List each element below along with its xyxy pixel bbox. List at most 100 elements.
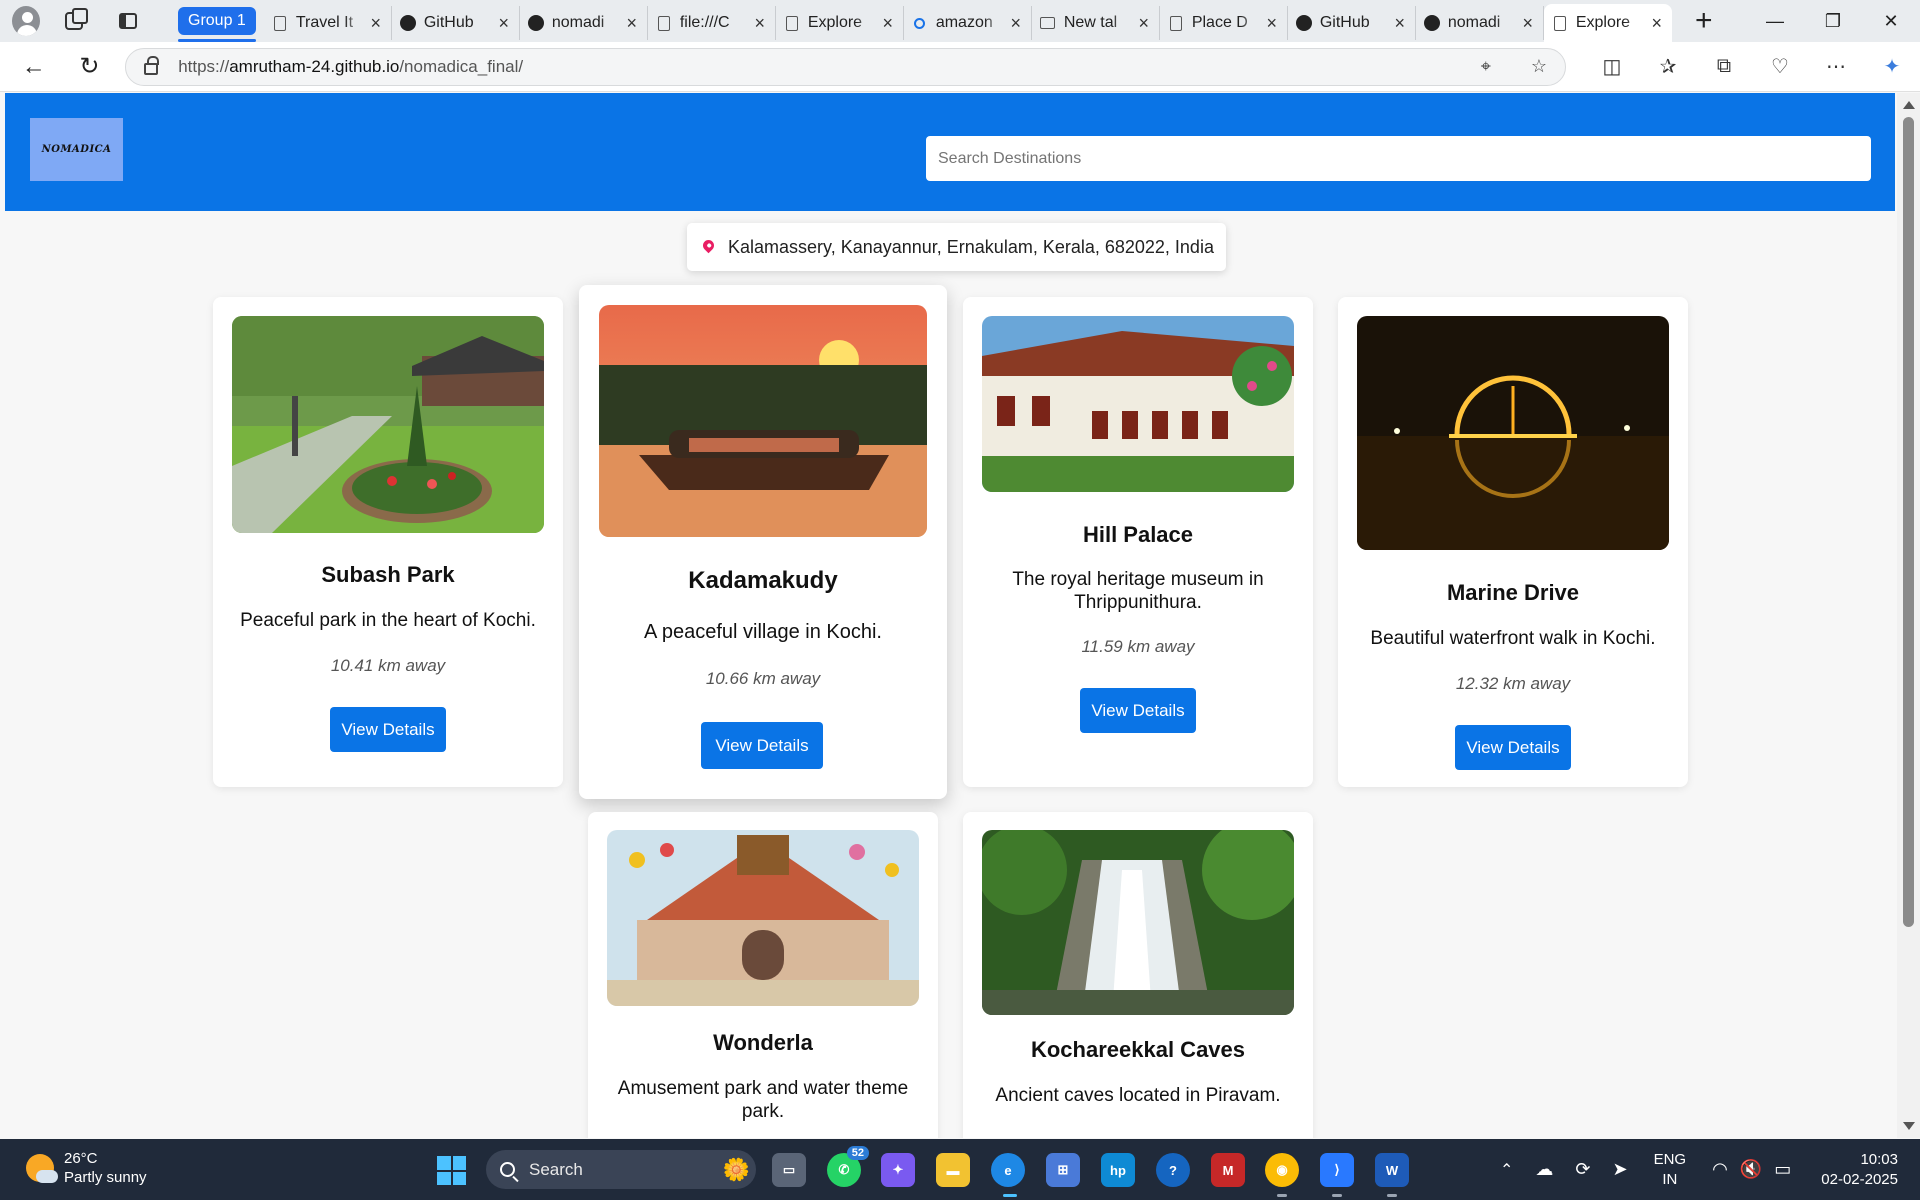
- tab-group-chip[interactable]: Group 1: [178, 7, 256, 42]
- page-icon: [273, 15, 286, 31]
- collections-button[interactable]: ⧉: [1696, 47, 1752, 87]
- browser-essentials-button[interactable]: ♡: [1752, 47, 1808, 87]
- view-details-button[interactable]: View Details: [1455, 725, 1571, 770]
- tab-title: nomadi: [551, 14, 605, 31]
- workspaces-button[interactable]: [54, 0, 94, 42]
- destination-card: Kadamakudy A peaceful village in Kochi. …: [579, 285, 947, 799]
- help-icon[interactable]: ?: [1156, 1153, 1190, 1187]
- lock-icon: [144, 55, 160, 75]
- temperature: 26°C: [64, 1150, 98, 1167]
- browser-tab[interactable]: nomadi ×: [1416, 6, 1544, 40]
- profile-button[interactable]: [0, 0, 40, 42]
- favorite-star-icon[interactable]: ☆: [1531, 56, 1547, 77]
- speaker-muted-icon[interactable]: 🔇: [1740, 1159, 1762, 1180]
- tab-title: Travel It: [295, 14, 354, 31]
- tab-title: nomadi: [1447, 14, 1501, 31]
- edge-icon[interactable]: e: [991, 1153, 1025, 1187]
- address-bar-row: ← ↻ https://amrutham-24.github.io/nomadi…: [0, 42, 1920, 92]
- tab-title: amazon: [935, 14, 993, 31]
- view-details-button[interactable]: View Details: [701, 722, 823, 769]
- close-tab-icon[interactable]: ×: [497, 13, 511, 34]
- browser-tab[interactable]: nomadi ×: [520, 6, 648, 40]
- card-title: Hill Palace: [1082, 522, 1194, 547]
- taskbar-search[interactable]: Search 🌼: [486, 1150, 756, 1189]
- view-details-button[interactable]: View Details: [330, 707, 446, 752]
- close-tab-icon[interactable]: ×: [1009, 13, 1023, 34]
- location-icon[interactable]: ⌖: [1481, 56, 1491, 77]
- close-tab-icon[interactable]: ×: [1650, 13, 1664, 34]
- site-logo[interactable]: NOMADICA: [30, 118, 123, 181]
- chrome-icon[interactable]: ◉: [1265, 1153, 1299, 1187]
- onedrive-icon[interactable]: ☁: [1535, 1159, 1553, 1180]
- tab-actions-icon: [119, 13, 137, 29]
- tab-title: New tal: [1063, 14, 1118, 31]
- destination-search-input[interactable]: [926, 136, 1871, 181]
- browser-tab[interactable]: New tal ×: [1032, 6, 1160, 40]
- close-tab-icon[interactable]: ×: [753, 13, 767, 34]
- windows-start-icon[interactable]: [437, 1156, 466, 1185]
- send-icon[interactable]: ➤: [1613, 1159, 1628, 1180]
- browser-tab[interactable]: GitHub ×: [1288, 6, 1416, 40]
- scroll-thumb[interactable]: [1903, 117, 1914, 927]
- close-tab-icon[interactable]: ×: [1137, 13, 1151, 34]
- browser-tab[interactable]: Travel It ×: [264, 6, 392, 40]
- close-tab-icon[interactable]: ×: [881, 13, 895, 34]
- browser-tab[interactable]: amazon ×: [904, 6, 1032, 40]
- battery-icon[interactable]: ▭: [1774, 1159, 1791, 1180]
- card-title: Subash Park: [321, 562, 455, 587]
- mcafee-icon[interactable]: M: [1211, 1153, 1245, 1187]
- close-window-button[interactable]: ✕: [1862, 0, 1920, 42]
- browser-tab[interactable]: Place D ×: [1160, 6, 1288, 40]
- file-explorer-icon[interactable]: ▬: [936, 1153, 970, 1187]
- whatsapp-icon[interactable]: ✆ 52: [827, 1146, 869, 1187]
- browser-tab[interactable]: GitHub ×: [392, 6, 520, 40]
- copilot-button[interactable]: ✦: [1864, 47, 1920, 87]
- profile-icon: [12, 6, 40, 36]
- rainbow-bridge-night-photo: [1357, 316, 1669, 550]
- destination-card: Hill Palace The royal heritage museum in…: [963, 297, 1313, 787]
- myhp-icon[interactable]: hp: [1101, 1153, 1135, 1187]
- view-details-button[interactable]: View Details: [1080, 688, 1196, 733]
- favorites-button[interactable]: ✰: [1640, 47, 1696, 87]
- close-tab-icon[interactable]: ×: [1393, 13, 1407, 34]
- back-button[interactable]: ←: [14, 47, 54, 87]
- destination-card: Marine Drive Beautiful waterfront walk i…: [1338, 297, 1688, 787]
- wifi-icon[interactable]: ◠: [1712, 1159, 1728, 1180]
- vscode-icon[interactable]: ⟩: [1320, 1153, 1354, 1187]
- microsoft-store-icon[interactable]: ⊞: [1046, 1153, 1080, 1187]
- browser-tab[interactable]: Explore ×: [776, 6, 904, 40]
- sync-icon[interactable]: ⟳: [1575, 1159, 1590, 1180]
- split-screen-button[interactable]: ◫: [1584, 47, 1640, 87]
- language-indicator[interactable]: ENG IN: [1654, 1150, 1687, 1190]
- tab-title: GitHub: [423, 14, 474, 31]
- location-text: Kalamassery, Kanayannur, Ernakulam, Kera…: [728, 236, 1214, 257]
- close-tab-icon[interactable]: ×: [1521, 13, 1535, 34]
- destination-card: Wonderla Amusement park and water theme …: [588, 812, 938, 1138]
- task-view-icon[interactable]: ▭: [772, 1153, 806, 1187]
- word-icon[interactable]: W: [1375, 1153, 1409, 1187]
- browser-tab-active[interactable]: Explore ×: [1543, 4, 1672, 42]
- houseboat-sunset-photo: [599, 305, 927, 537]
- tab-actions-button[interactable]: [108, 0, 148, 42]
- more-menu-button[interactable]: ⋯: [1808, 47, 1864, 87]
- weather-widget[interactable]: 26°C Partly sunny: [26, 1149, 147, 1187]
- url-field[interactable]: https://amrutham-24.github.io/nomadica_f…: [125, 47, 1566, 86]
- browser-tab[interactable]: file:///C ×: [648, 6, 776, 40]
- clock[interactable]: 10:03 02-02-2025: [1821, 1150, 1898, 1190]
- page-scrollbar[interactable]: [1897, 93, 1920, 1138]
- copilot-app-icon[interactable]: ✦: [881, 1153, 915, 1187]
- waterfall-photo: [982, 830, 1294, 1015]
- chevron-up-icon[interactable]: ⌃: [1500, 1160, 1513, 1180]
- minimize-button[interactable]: —: [1746, 0, 1804, 42]
- close-tab-icon[interactable]: ×: [369, 13, 383, 34]
- refresh-button[interactable]: ↻: [70, 47, 110, 87]
- card-title: Wonderla: [713, 1030, 813, 1055]
- new-tab-button[interactable]: +: [1686, 4, 1722, 38]
- close-tab-icon[interactable]: ×: [1265, 13, 1279, 34]
- restore-button[interactable]: ❐: [1804, 0, 1862, 42]
- tab-title: Place D: [1191, 14, 1248, 31]
- scroll-down-arrow-icon[interactable]: [1903, 1122, 1915, 1130]
- close-tab-icon[interactable]: ×: [625, 13, 639, 34]
- card-distance: 12.32 km away: [1455, 674, 1571, 693]
- scroll-up-arrow-icon[interactable]: [1903, 101, 1915, 109]
